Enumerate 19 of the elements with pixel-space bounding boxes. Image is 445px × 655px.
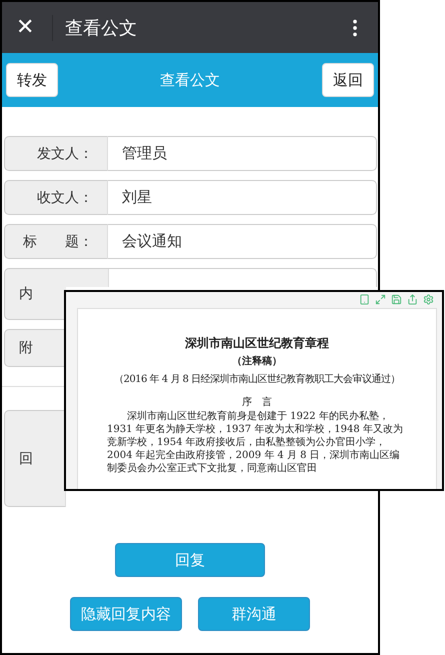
field-label: 回 bbox=[4, 410, 66, 507]
forward-button[interactable]: 转发 bbox=[6, 63, 58, 97]
document-paragraph: 深圳市南山区世纪教育前身是创建于 1922 年的民办私塾，1931 年更名为静天学校，1937 年改为太和学校，1948 年又改为竞新学校，1954 年政府接收后，由私塾整顿为公办官田小学，2004 年起完全由政府接管，2009 年 4 月 8 日，深圳市南山区编制委员会办公室正式下文批复，同意南山区官田 bbox=[107, 410, 404, 475]
field-label: 内 bbox=[4, 268, 66, 320]
document-title: 深圳市南山区世纪教育章程 bbox=[185, 335, 329, 352]
window-title: 查看公文 bbox=[65, 16, 138, 40]
field-label: 附 bbox=[4, 329, 66, 367]
field-label: 发文人： bbox=[4, 136, 108, 171]
field-value: 会议通知 bbox=[108, 224, 377, 259]
field-label: 收文人： bbox=[4, 180, 108, 215]
field-label: 标 题： bbox=[4, 224, 108, 259]
field-value: 刘星 bbox=[108, 180, 377, 215]
document-date-line: （2016 年 4 月 8 日经深圳市南山区世纪教育教职工大会审议通过） bbox=[114, 372, 400, 386]
back-button[interactable]: 返回 bbox=[322, 63, 374, 97]
close-button[interactable]: ✕ bbox=[16, 15, 52, 40]
page-title: 查看公文 bbox=[160, 70, 220, 90]
section-heading: 序 言 bbox=[242, 396, 272, 409]
field-value: 管理员 bbox=[108, 136, 377, 171]
document-subtitle: （注释稿） bbox=[232, 354, 282, 368]
